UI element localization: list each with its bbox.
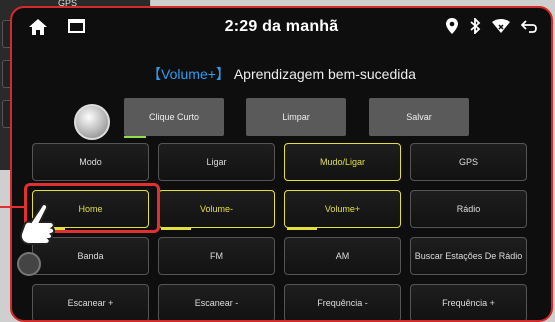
steering-wheel-learning-dialog: 2:29 da manhã 【Volume+】 Aprendizagem bem…: [10, 6, 553, 322]
back-icon[interactable]: [521, 18, 539, 34]
key-button-freq-plus[interactable]: Frequência +: [410, 284, 527, 320]
key-button-am[interactable]: AM: [284, 237, 401, 275]
key-label: GPS: [458, 157, 478, 167]
key-label: AM: [335, 251, 350, 261]
knob-icon: [74, 104, 110, 140]
learned-indicator: [161, 228, 191, 230]
learning-status-message: 【Volume+】 Aprendizagem bem-sucedida: [12, 64, 551, 84]
key-label: FM: [210, 251, 223, 261]
clear-label: Limpar: [282, 112, 310, 122]
key-label: Volume+: [324, 204, 361, 214]
key-button-mudo-ligar[interactable]: Mudo/Ligar: [284, 143, 401, 181]
learned-key-label: 【Volume+】: [147, 66, 230, 82]
short-press-button[interactable]: Clique Curto: [124, 98, 224, 138]
learning-result-text: Aprendizagem bem-sucedida: [233, 66, 416, 82]
save-label: Salvar: [406, 112, 432, 122]
key-label: Frequência -: [317, 298, 368, 308]
key-button-fm[interactable]: FM: [158, 237, 275, 275]
key-button-modo[interactable]: Modo: [32, 143, 149, 181]
key-button-ligar[interactable]: Ligar: [158, 143, 275, 181]
key-label: Rádio: [456, 204, 481, 214]
selected-indicator: [124, 136, 146, 138]
key-button-volume-plus[interactable]: Volume+: [284, 190, 401, 230]
key-button-volume-minus[interactable]: Volume-: [158, 190, 275, 230]
key-label: Ligar: [206, 157, 227, 167]
clear-button[interactable]: Limpar: [246, 98, 346, 136]
key-label: Modo: [79, 157, 102, 167]
key-label: Escanear +: [67, 298, 114, 308]
key-button-radio[interactable]: Rádio: [410, 190, 527, 228]
tap-hand-icon: [19, 202, 56, 245]
bluetooth-icon: [470, 18, 481, 34]
assistive-touch-button[interactable]: [17, 252, 41, 276]
wifi-icon: [492, 19, 510, 33]
short-press-label: Clique Curto: [148, 112, 200, 122]
key-label: Buscar Estações De Rádio: [414, 251, 523, 261]
save-button[interactable]: Salvar: [369, 98, 469, 136]
key-button-freq-minus[interactable]: Frequência -: [284, 284, 401, 320]
key-button-gps[interactable]: GPS: [410, 143, 527, 181]
location-icon: [446, 18, 458, 34]
key-label: Frequência +: [442, 298, 495, 308]
key-label: Mudo/Ligar: [319, 157, 366, 167]
status-bar: 2:29 da manhã: [12, 8, 551, 48]
key-button-scan-plus[interactable]: Escanear +: [32, 284, 149, 320]
key-label: Volume-: [199, 204, 234, 214]
learned-indicator: [287, 228, 317, 230]
key-button-seek[interactable]: Buscar Estações De Rádio: [410, 237, 527, 275]
key-label: Escanear -: [194, 298, 239, 308]
key-label: Banda: [77, 251, 104, 261]
key-button-scan-minus[interactable]: Escanear -: [158, 284, 275, 320]
